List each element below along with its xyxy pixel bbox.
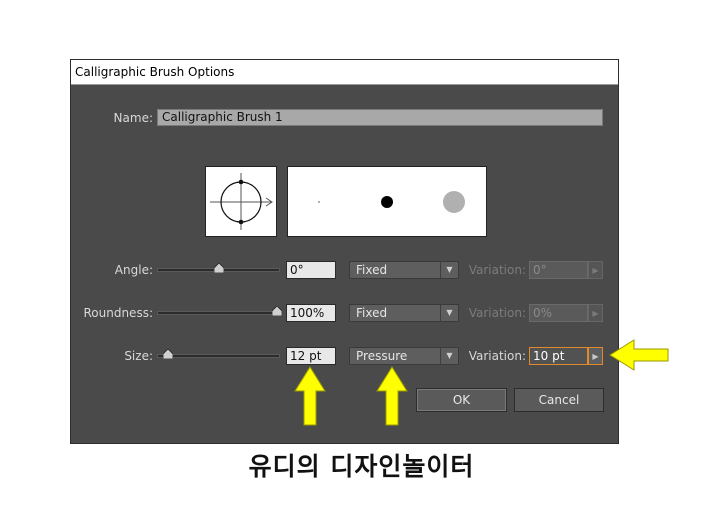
- size-label: Size:: [124, 349, 153, 363]
- size-variation-input[interactable]: 10 pt: [529, 347, 588, 365]
- calligraphic-brush-options-dialog: Calligraphic Brush Options Name: Calligr…: [70, 59, 619, 444]
- variation-dots-icon: [318, 191, 465, 213]
- brush-shape-preview[interactable]: [205, 166, 277, 237]
- triangle-right-icon[interactable]: ▶: [588, 347, 603, 365]
- yellow-arrow-icon: [294, 366, 326, 426]
- roundness-mode-value: Fixed: [356, 306, 388, 320]
- watermark-caption: 유디의 디자인놀이터: [248, 452, 475, 481]
- name-label: Name:: [113, 111, 153, 125]
- angle-mode-select[interactable]: Fixed ▼: [349, 261, 459, 279]
- angle-slider[interactable]: [157, 263, 280, 273]
- dialog-title: Calligraphic Brush Options: [75, 65, 235, 79]
- angle-variation-input[interactable]: 0°: [529, 261, 588, 279]
- size-mode-value: Pressure: [356, 349, 408, 363]
- angle-label: Angle:: [114, 263, 153, 277]
- angle-roundness-icon: [210, 173, 273, 230]
- yellow-arrow-icon: [609, 339, 669, 371]
- size-input[interactable]: 12 pt: [286, 347, 336, 365]
- roundness-mode-select[interactable]: Fixed ▼: [349, 304, 459, 322]
- yellow-arrow-icon: [376, 366, 408, 426]
- triangle-down-icon: ▼: [440, 348, 458, 364]
- ok-button[interactable]: OK: [416, 388, 507, 412]
- angle-variation-label: Variation:: [468, 263, 526, 277]
- name-input[interactable]: Calligraphic Brush 1: [157, 109, 603, 126]
- brush-variation-preview: [287, 166, 487, 237]
- size-mode-select[interactable]: Pressure ▼: [349, 347, 459, 365]
- roundness-variation-input[interactable]: 0%: [529, 304, 588, 322]
- dialog-titlebar[interactable]: Calligraphic Brush Options: [71, 60, 618, 85]
- triangle-right-icon[interactable]: ▶: [588, 304, 603, 322]
- triangle-down-icon: ▼: [440, 262, 458, 278]
- size-variation-label: Variation:: [468, 349, 526, 363]
- size-slider[interactable]: [157, 349, 280, 359]
- angle-mode-value: Fixed: [356, 263, 388, 277]
- roundness-variation-label: Variation:: [468, 306, 526, 320]
- cancel-button[interactable]: Cancel: [514, 388, 604, 412]
- triangle-right-icon[interactable]: ▶: [588, 261, 603, 279]
- roundness-input[interactable]: 100%: [286, 304, 336, 322]
- triangle-down-icon: ▼: [440, 305, 458, 321]
- roundness-label: Roundness:: [83, 306, 153, 320]
- roundness-slider[interactable]: [157, 306, 282, 316]
- angle-input[interactable]: 0°: [286, 261, 336, 279]
